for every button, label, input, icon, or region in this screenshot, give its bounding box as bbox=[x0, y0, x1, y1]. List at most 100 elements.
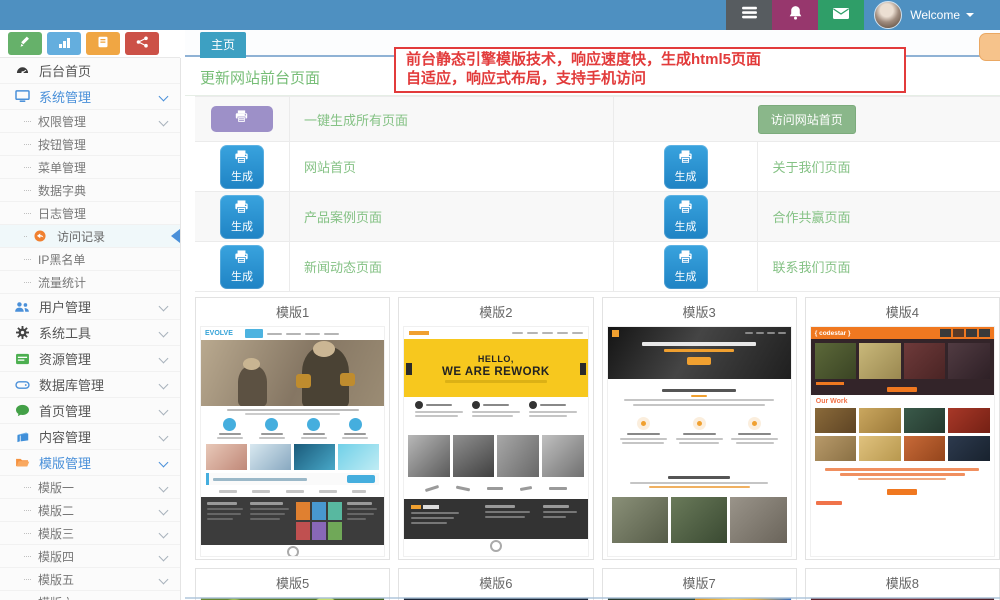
sidebar-item-template-6[interactable]: 模版六 bbox=[0, 591, 180, 600]
sidebar-item-label: 首页管理 bbox=[39, 401, 91, 420]
template-card-7[interactable]: 模版7 bbox=[602, 568, 797, 600]
template-name: 模版2 bbox=[399, 298, 592, 323]
printer-icon bbox=[233, 200, 250, 217]
sidebar-item-label: 用户管理 bbox=[39, 297, 91, 316]
chevron-down-icon bbox=[159, 482, 169, 492]
generate-label: 生成 bbox=[675, 218, 697, 234]
chevron-down-icon bbox=[159, 302, 169, 312]
welcome-menu[interactable]: Welcome bbox=[910, 8, 974, 22]
tab-home[interactable]: 主页 bbox=[200, 32, 246, 58]
main-content: 更新网站前台页面 一键生成所有页面 访问网站首页 bbox=[185, 58, 1000, 600]
menu-button[interactable] bbox=[726, 0, 772, 30]
sidebar-item-user-mgmt[interactable]: 用户管理 bbox=[0, 294, 180, 320]
visit-site-button[interactable]: 访问网站首页 bbox=[758, 105, 856, 134]
page-name: 网站首页 bbox=[304, 157, 356, 176]
stats-button[interactable] bbox=[47, 32, 81, 55]
folder-open-icon bbox=[13, 457, 31, 468]
template-preview: EVOLVE bbox=[201, 327, 384, 556]
sidebar-item-label: 资源管理 bbox=[39, 349, 91, 368]
edit-button[interactable] bbox=[8, 32, 42, 55]
generate-cooperation-button[interactable]: 生成 bbox=[664, 195, 708, 239]
sidebar-item-label: IP黑名单 bbox=[38, 251, 85, 268]
notifications-button[interactable] bbox=[772, 0, 818, 30]
avatar[interactable] bbox=[874, 1, 902, 29]
messages-button[interactable] bbox=[818, 0, 864, 30]
sidebar-item-database-mgmt[interactable]: 数据库管理 bbox=[0, 372, 180, 398]
sidebar-item-homepage-mgmt[interactable]: 首页管理 bbox=[0, 398, 180, 424]
page-name: 合作共赢页面 bbox=[772, 207, 850, 226]
sidebar-item-template-3[interactable]: 模版三 bbox=[0, 522, 180, 545]
page-name: 联系我们页面 bbox=[772, 257, 850, 276]
template-card-4[interactable]: 模版4 { codestar } bbox=[805, 297, 1000, 560]
tab-home-label: 主页 bbox=[211, 38, 235, 52]
template-card-8[interactable]: 模版8 bbox=[805, 568, 1000, 600]
generate-contact-button[interactable]: 生成 bbox=[664, 245, 708, 289]
generate-label: 生成 bbox=[231, 168, 253, 184]
generate-label: 生成 bbox=[231, 218, 253, 234]
sidebar-item-label: 数据库管理 bbox=[39, 375, 104, 394]
sidebar-item-template-2[interactable]: 模版二 bbox=[0, 499, 180, 522]
template-card-5[interactable]: 模版5 Harvest bbox=[195, 568, 390, 600]
sidebar-item-dashboard[interactable]: 后台首页 bbox=[0, 58, 180, 84]
sidebar-item-label: 系统工具 bbox=[39, 323, 91, 342]
horizontal-scrollbar[interactable] bbox=[185, 597, 1000, 599]
share-icon bbox=[136, 35, 149, 53]
table-row: 生成 新闻动态页面 生成 联系我们页面 bbox=[195, 242, 1000, 292]
table-row: 生成 产品案例页面 生成 合作共赢页面 bbox=[195, 192, 1000, 242]
sidebar-item-template-5[interactable]: 模版五 bbox=[0, 568, 180, 591]
sidebar-item-label: 菜单管理 bbox=[38, 159, 86, 176]
database-icon bbox=[13, 379, 31, 391]
template-card-3[interactable]: 模版3 bbox=[602, 297, 797, 560]
sidebar: 后台首页 系统管理 权限管理 按钮管理 菜单管理 数据字典 日志管理 访问记录 … bbox=[0, 58, 181, 600]
generate-products-button[interactable]: 生成 bbox=[220, 195, 264, 239]
page-name: 产品案例页面 bbox=[304, 207, 382, 226]
sidebar-item-data-dict[interactable]: 数据字典 bbox=[0, 179, 180, 202]
template-name: 模版5 bbox=[196, 569, 389, 594]
sidebar-item-button-mgmt[interactable]: 按钮管理 bbox=[0, 133, 180, 156]
sidebar-item-traffic-stats[interactable]: 流量统计 bbox=[0, 271, 180, 294]
sidebar-item-label: 模版四 bbox=[38, 548, 74, 565]
chevron-down-icon bbox=[159, 528, 169, 538]
printer-icon bbox=[677, 250, 694, 267]
template-name: 模版4 bbox=[806, 298, 999, 323]
template-card-6[interactable]: 模版6 bbox=[398, 568, 593, 600]
contacts-button[interactable] bbox=[86, 32, 120, 55]
page-name: 关于我们页面 bbox=[772, 157, 850, 176]
quick-toolbar bbox=[0, 30, 180, 58]
sidebar-item-template-4[interactable]: 模版四 bbox=[0, 545, 180, 568]
sidebar-item-system-tools[interactable]: 系统工具 bbox=[0, 320, 180, 346]
generate-home-button[interactable]: 生成 bbox=[220, 145, 264, 189]
sidebar-item-ip-blacklist[interactable]: IP黑名单 bbox=[0, 248, 180, 271]
generate-news-button[interactable]: 生成 bbox=[220, 245, 264, 289]
printer-icon bbox=[677, 150, 694, 167]
chevron-down-icon bbox=[159, 116, 169, 126]
sidebar-item-label: 模版二 bbox=[38, 502, 74, 519]
template-card-2[interactable]: 模版2 HELLO, WE ARE REWORK bbox=[398, 297, 593, 560]
share-button[interactable] bbox=[125, 32, 159, 55]
users-icon bbox=[13, 301, 31, 313]
sidebar-item-permission-mgmt[interactable]: 权限管理 bbox=[0, 110, 180, 133]
sidebar-item-label: 权限管理 bbox=[38, 113, 86, 130]
sidebar-item-template-1[interactable]: 模版一 bbox=[0, 476, 180, 499]
sidebar-item-template-mgmt[interactable]: 模版管理 bbox=[0, 450, 180, 476]
printer-icon bbox=[233, 250, 250, 267]
template-name: 模版8 bbox=[806, 569, 999, 594]
sidebar-item-system-mgmt[interactable]: 系统管理 bbox=[0, 84, 180, 110]
mail-icon bbox=[833, 6, 849, 24]
sidebar-item-menu-mgmt[interactable]: 菜单管理 bbox=[0, 156, 180, 179]
sidebar-item-visit-records[interactable]: 访问记录 bbox=[0, 225, 180, 248]
sidebar-item-label: 访问记录 bbox=[57, 228, 105, 245]
chevron-down-icon bbox=[159, 458, 169, 468]
record-icon bbox=[31, 230, 49, 242]
chart-icon bbox=[58, 35, 71, 53]
generate-all-button[interactable] bbox=[211, 106, 273, 132]
sidebar-item-content-mgmt[interactable]: 内容管理 bbox=[0, 424, 180, 450]
generate-all-label: 一键生成所有页面 bbox=[304, 110, 408, 129]
sidebar-item-log-mgmt[interactable]: 日志管理 bbox=[0, 202, 180, 225]
template-card-1[interactable]: 模版1 EVOLVE bbox=[195, 297, 390, 560]
theme-fab-button[interactable] bbox=[979, 33, 1000, 61]
page-title: 更新网站前台页面 bbox=[200, 70, 320, 87]
notice-box: 前台静态引擎模版技术，响应速度快，生成html5页面 自适应，响应式布局，支持手… bbox=[394, 47, 906, 93]
generate-about-button[interactable]: 生成 bbox=[664, 145, 708, 189]
sidebar-item-resource-mgmt[interactable]: 资源管理 bbox=[0, 346, 180, 372]
